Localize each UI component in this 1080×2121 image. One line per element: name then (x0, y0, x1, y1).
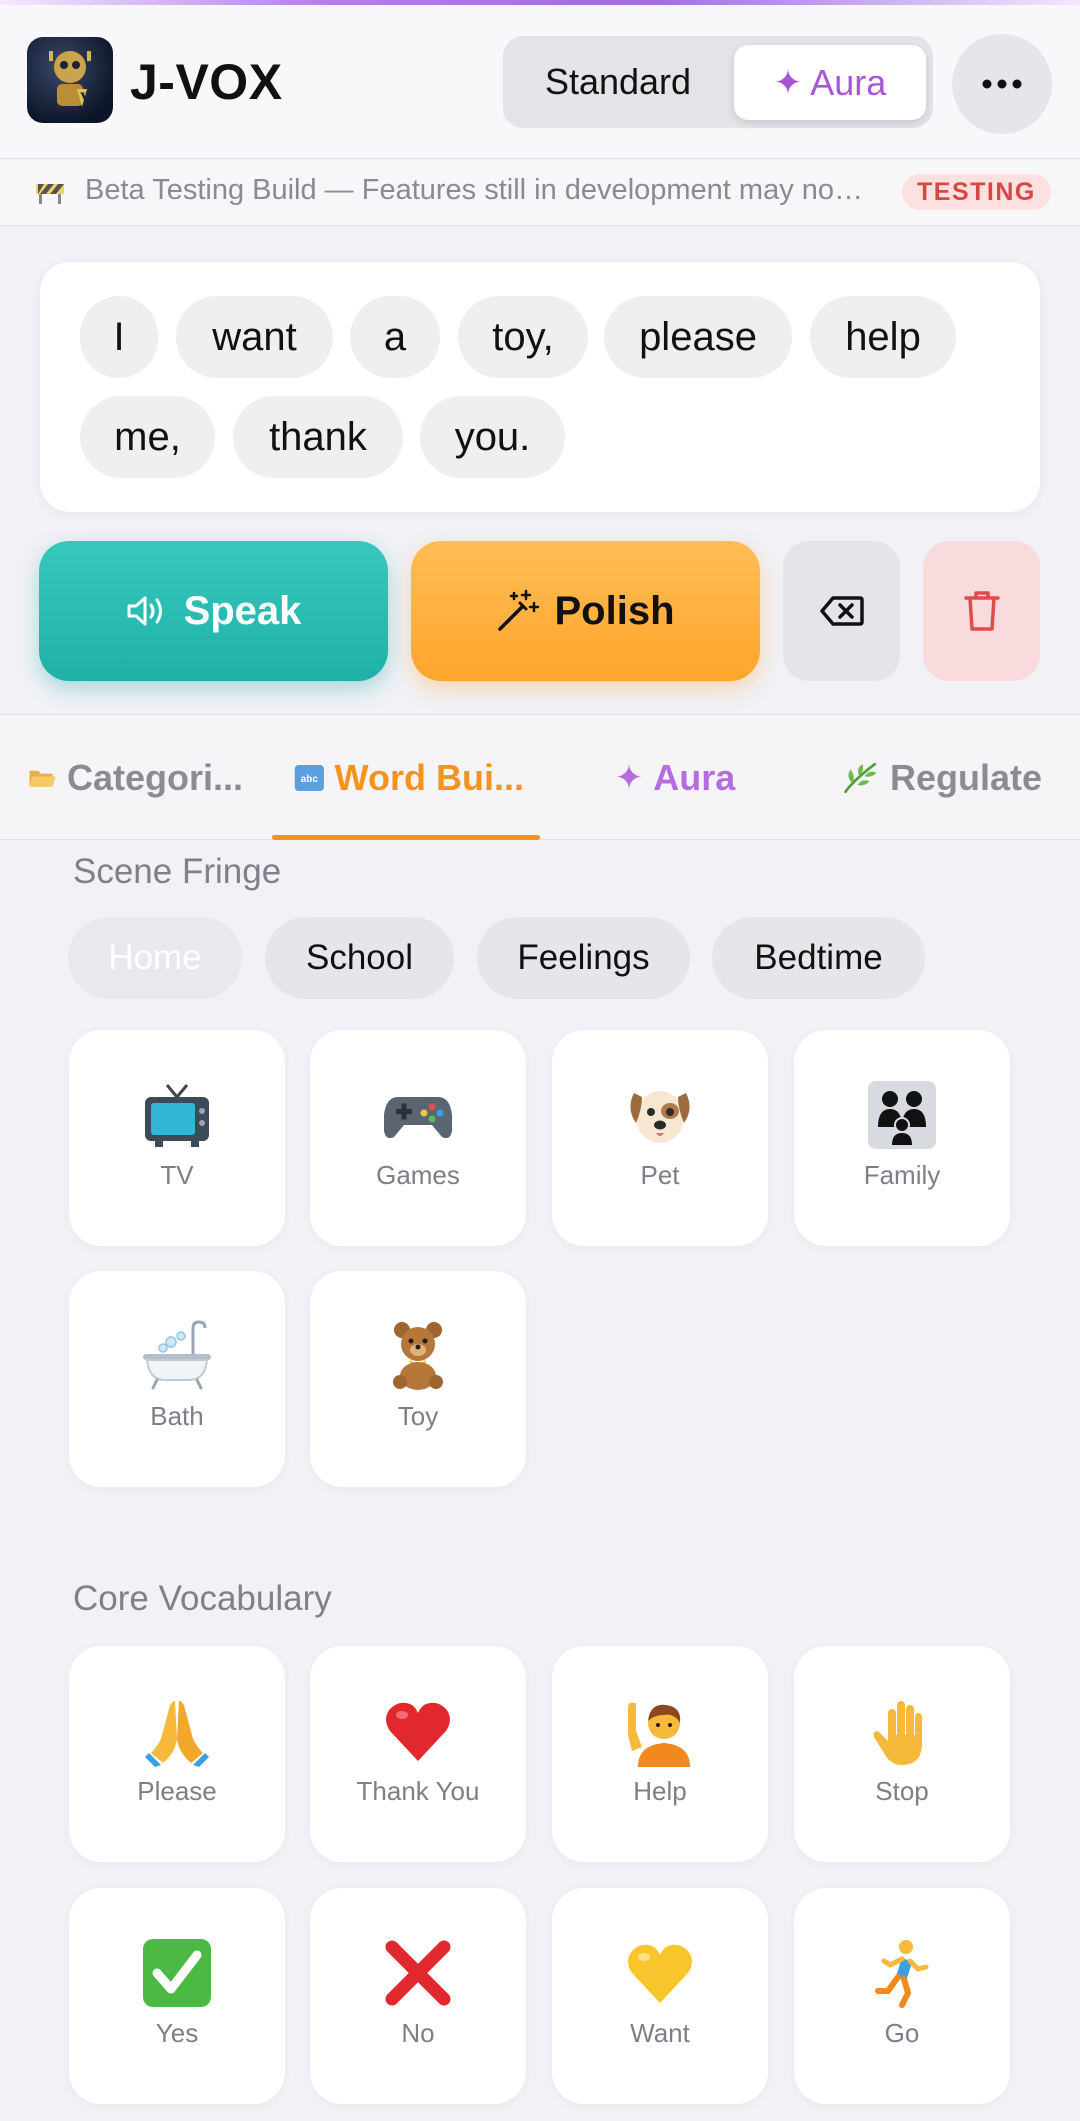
backspace-icon (819, 596, 864, 626)
tab-regulate-label: Regulate (889, 756, 1042, 798)
svg-text:V: V (80, 90, 92, 107)
scene-bedtime-chip[interactable]: Bedtime (712, 917, 925, 999)
tab-regulate[interactable]: Regulate (842, 715, 1042, 840)
dog-icon (630, 1091, 690, 1143)
word-tile-stop[interactable]: Stop (794, 1646, 1010, 1862)
word-tile-bath[interactable]: Bath (69, 1271, 285, 1487)
word-tile-label: Yes (155, 2018, 199, 2048)
clear-button[interactable] (923, 541, 1040, 681)
word-tile-go[interactable]: Go (794, 1888, 1010, 2104)
tab-categories[interactable]: Categori... (28, 715, 243, 840)
word-tile-label: Go (884, 2018, 920, 2048)
tab-bar: Categori... abc Word Bui... ✦ Aura Regul… (0, 714, 1080, 840)
yellow-heart-icon (628, 1944, 692, 2003)
magic-wand-icon (498, 589, 540, 631)
word-tile-label: Thank You (356, 1776, 480, 1806)
sentence-word-chip[interactable]: toy, (458, 296, 588, 378)
sparkle-icon: ✦ (773, 63, 803, 102)
scene-home-chip[interactable]: Home (68, 917, 242, 999)
speak-button[interactable]: Speak (39, 541, 388, 681)
app-title: J-VOX (130, 54, 283, 110)
beta-banner-text: Beta Testing Build — Features still in d… (85, 174, 865, 206)
word-tile-thank-you[interactable]: Thank You (310, 1646, 526, 1862)
word-tile-pet[interactable]: Pet (552, 1030, 768, 1246)
sentence-word-chip[interactable]: help (810, 296, 956, 378)
trash-icon (963, 591, 1000, 631)
game-controller-icon (384, 1097, 452, 1139)
sentence-word-chip[interactable]: want (176, 296, 333, 378)
beta-banner: Beta Testing Build — Features still in d… (0, 160, 1080, 226)
check-mark-icon (143, 1939, 211, 2007)
word-tile-label: Please (137, 1776, 217, 1806)
raised-hand-person-icon (628, 1702, 690, 1767)
sentence-word-chip[interactable]: I (80, 296, 158, 378)
running-person-icon (875, 1940, 929, 2008)
mode-aura-label: Aura (810, 61, 887, 103)
sentence-word-chip[interactable]: me, (80, 396, 215, 478)
word-tile-toy[interactable]: Toy (310, 1271, 526, 1487)
active-tab-indicator (272, 835, 540, 840)
mode-standard-button[interactable]: Standard (503, 36, 733, 128)
word-tile-yes[interactable]: Yes (69, 1888, 285, 2104)
app-header: V J-VOX Standard ✦ Aura (0, 5, 1080, 159)
word-tile-tv[interactable]: TV (69, 1030, 285, 1246)
word-tile-please[interactable]: Please (69, 1646, 285, 1862)
sparkle-icon: ✦ (614, 758, 644, 797)
tab-categories-label: Categori... (66, 756, 243, 798)
word-tile-games[interactable]: Games (310, 1030, 526, 1246)
testing-badge: TESTING (902, 174, 1051, 210)
word-tile-label: Stop (875, 1776, 929, 1806)
word-tile-help[interactable]: Help (552, 1646, 768, 1862)
leaf-icon (844, 762, 877, 793)
mode-aura-button[interactable]: ✦ Aura (734, 45, 926, 120)
cross-mark-icon (385, 1940, 451, 2006)
word-tile-label: Want (630, 2018, 690, 2048)
construction-barrier-icon (36, 184, 64, 204)
word-tile-label: TV (160, 1160, 194, 1190)
polish-label: Polish (554, 588, 675, 633)
word-tile-label: Pet (640, 1160, 680, 1190)
svg-text:abc: abc (301, 773, 319, 784)
sentence-word-chip[interactable]: please (604, 296, 792, 378)
speak-label: Speak (183, 588, 302, 633)
family-icon (868, 1081, 936, 1149)
tv-icon (145, 1084, 209, 1147)
mode-standard-label: Standard (544, 61, 692, 102)
backspace-button[interactable] (783, 541, 900, 681)
sentence-word-chip[interactable]: you. (420, 396, 565, 478)
abc-icon: abc (294, 764, 324, 791)
sentence-strip[interactable]: I want a toy, please help me, thank you. (40, 262, 1040, 512)
sentence-word-chip[interactable]: a (350, 296, 440, 378)
word-tile-label: Family (863, 1160, 941, 1190)
tab-word-builder-label: Word Bui... (334, 756, 524, 798)
word-tile-family[interactable]: Family (794, 1030, 1010, 1246)
more-icon (982, 79, 1022, 89)
scene-school-chip[interactable]: School (265, 917, 454, 999)
speaker-icon (127, 596, 162, 626)
red-heart-icon (386, 1702, 450, 1761)
more-options-button[interactable] (952, 34, 1052, 134)
mode-switch: Standard ✦ Aura (503, 36, 933, 128)
bathtub-icon (143, 1320, 211, 1390)
core-vocabulary-title: Core Vocabulary (73, 1579, 332, 1618)
tab-aura-label: Aura (653, 756, 736, 798)
word-tile-want[interactable]: Want (552, 1888, 768, 2104)
tab-word-builder[interactable]: abc Word Bui... (294, 715, 524, 840)
raised-hand-icon (873, 1701, 922, 1765)
teddy-bear-icon (393, 1322, 443, 1390)
word-tile-label: Toy (397, 1401, 439, 1431)
word-tile-label: Help (633, 1776, 687, 1806)
tab-aura[interactable]: ✦ Aura (600, 715, 750, 840)
word-tile-label: No (401, 2018, 435, 2048)
folded-hands-icon (145, 1701, 209, 1767)
word-tile-no[interactable]: No (310, 1888, 526, 2104)
word-tile-label: Games (376, 1160, 460, 1190)
word-tile-label: Bath (150, 1401, 204, 1431)
folder-icon (29, 770, 56, 787)
scene-feelings-chip[interactable]: Feelings (477, 917, 690, 999)
app-logo: V (27, 37, 113, 123)
sentence-word-chip[interactable]: thank (233, 396, 403, 478)
scene-fringe-title: Scene Fringe (73, 852, 282, 891)
polish-button[interactable]: Polish (411, 541, 760, 681)
